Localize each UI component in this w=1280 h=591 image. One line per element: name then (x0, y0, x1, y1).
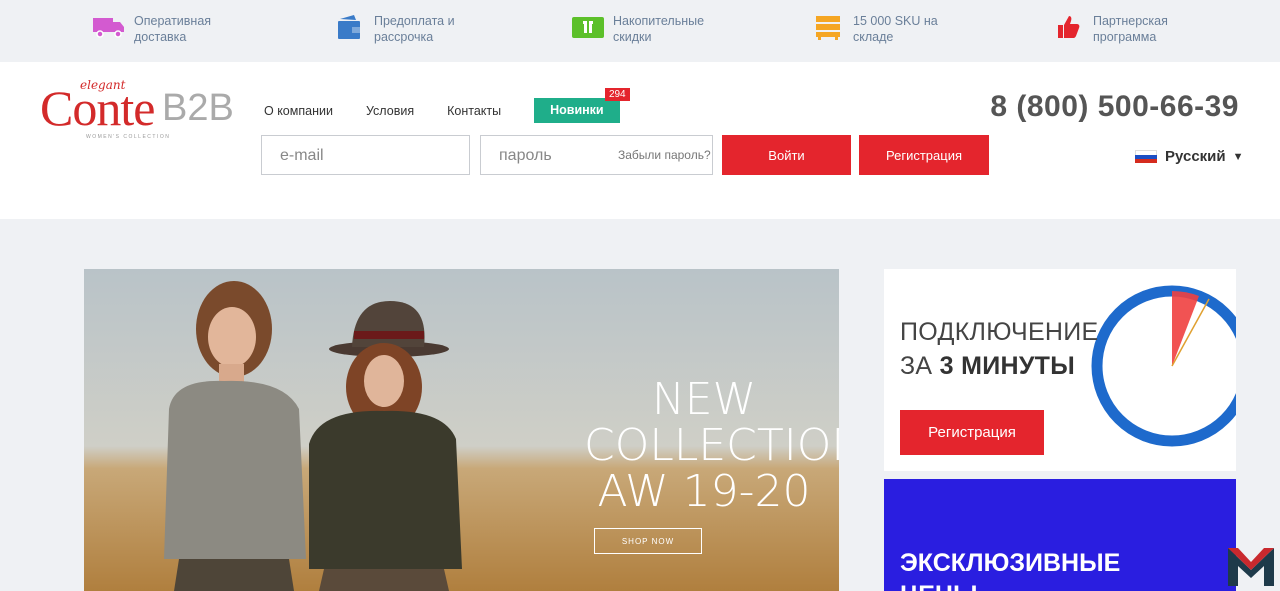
feature-delivery: Оперативная доставка (92, 13, 244, 45)
thumbs-up-icon (1051, 13, 1085, 41)
banner-line-1: NEW (651, 374, 757, 425)
promo-card-connect: ПОДКЛЮЧЕНИЕ ЗА 3 МИНУТЫ Регистрация (884, 269, 1236, 471)
banner-line-3: AW 19-20 (597, 466, 811, 517)
wallet-icon (332, 13, 366, 41)
russia-flag-icon (1135, 149, 1157, 164)
logo-conte: Conte (40, 80, 155, 136)
caret-down-icon: ▼ (1232, 150, 1244, 163)
site-header: elegant Conte B2B WOMEN'S COLLECTION О к… (0, 62, 1280, 219)
feature-discounts: Накопительные скидки (571, 13, 723, 45)
promo-card-prices[interactable]: ЭКСКЛЮЗИВНЫЕ ЦЕНЫ (884, 479, 1236, 591)
promo2-line-2: ЦЕНЫ (900, 579, 1120, 591)
promo2-line-1: ЭКСКЛЮЗИВНЫЕ (900, 549, 1121, 577)
clock-graphic (1091, 285, 1236, 447)
feature-text: Оперативная доставка (134, 14, 212, 44)
language-label: Русский (1165, 148, 1226, 165)
stack-icon (811, 13, 845, 41)
nav-new-button[interactable]: Новинки 294 (534, 88, 630, 123)
new-count-badge: 294 (604, 88, 630, 101)
feature-partner: Партнерская программа (1051, 13, 1203, 45)
promo-line-2: ЗА 3 МИНУТЫ (900, 349, 1099, 383)
feature-prepay: Предоплата и рассрочка (332, 13, 484, 45)
hero-banner[interactable]: NEW COLLECTION AW 19-20 SHOP NOW (84, 269, 839, 591)
features-bar: Оперативная доставка Предоплата и рассро… (0, 0, 1280, 62)
main-nav: О компании Условия Контакты Новинки 294 (264, 88, 630, 123)
nav-new-label: Новинки (550, 103, 604, 117)
login-button[interactable]: Войти (722, 135, 851, 175)
m-watermark-icon (1228, 548, 1274, 586)
promo-line-2-prefix: ЗА (900, 352, 933, 380)
forgot-password-link[interactable]: Забыли пароль? (618, 148, 711, 162)
promo-line-2-bold: 3 МИНУТЫ (939, 352, 1076, 380)
feature-text: Накопительные скидки (613, 14, 705, 44)
feature-text: Предоплата и рассрочка (374, 14, 455, 44)
gift-icon (571, 13, 605, 41)
banner-line-2: COLLECTION (584, 420, 839, 471)
banner-title: NEW COLLECTION AW 19-20 (584, 374, 839, 517)
nav-conditions[interactable]: Условия (366, 104, 414, 118)
register-button[interactable]: Регистрация (859, 135, 989, 175)
conte-logo[interactable]: elegant Conte B2B WOMEN'S COLLECTION (40, 78, 235, 140)
promo-line-1: ПОДКЛЮЧЕНИЕ (900, 318, 1099, 346)
promo-title: ПОДКЛЮЧЕНИЕ ЗА 3 МИНУТЫ (900, 315, 1099, 383)
nav-about[interactable]: О компании (264, 104, 333, 118)
phone-number[interactable]: 8 (800) 500-66-39 (990, 90, 1239, 124)
email-field[interactable]: e-mail (261, 135, 470, 175)
promo2-title: ЭКСКЛЮЗИВНЫЕ ЦЕНЫ (900, 547, 1120, 591)
logo-b2b: B2B (162, 87, 234, 129)
feature-sku: 15 000 SKU на складе (811, 13, 963, 45)
logo-subtitle: WOMEN'S COLLECTION (86, 134, 171, 140)
shop-now-button[interactable]: SHOP NOW (594, 528, 702, 554)
language-selector[interactable]: Русский ▼ (1135, 148, 1244, 165)
nav-contacts[interactable]: Контакты (447, 104, 501, 118)
feature-text: 15 000 SKU на складе (853, 14, 938, 44)
feature-text: Партнерская программа (1093, 14, 1168, 44)
promo-register-button[interactable]: Регистрация (900, 410, 1044, 455)
truck-icon (92, 13, 126, 41)
